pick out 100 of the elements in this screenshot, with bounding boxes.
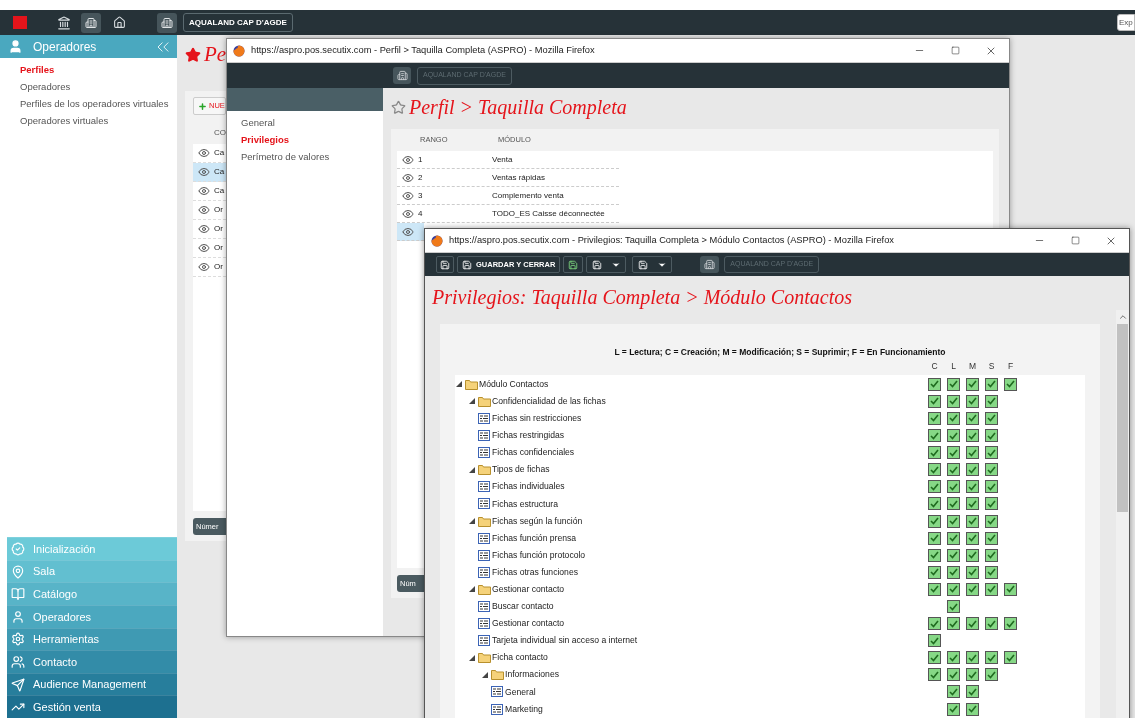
checkbox[interactable] [928, 463, 941, 477]
tree-item-label[interactable]: Confidencialidad de las fichas [492, 394, 606, 408]
eye-icon[interactable] [198, 147, 210, 159]
checkbox[interactable] [985, 446, 998, 460]
checkbox[interactable] [1004, 582, 1017, 596]
tree-item-label[interactable]: Tipos de fichas [492, 463, 550, 477]
checkbox[interactable] [928, 412, 941, 425]
building-button[interactable] [81, 12, 101, 33]
checkbox[interactable] [966, 548, 979, 562]
checkbox[interactable] [985, 463, 998, 477]
checkbox[interactable] [985, 514, 998, 528]
checkbox[interactable] [947, 685, 960, 699]
checkbox[interactable] [966, 463, 979, 477]
tree-item-label[interactable]: Fichas estructura [492, 497, 558, 511]
checkbox[interactable] [928, 514, 941, 528]
nav-link[interactable]: General [241, 114, 383, 131]
sidebar-link[interactable]: Perfiles de los operadores virtuales [20, 95, 177, 112]
checkbox[interactable] [985, 582, 998, 596]
tree-item-label[interactable]: Marketing [505, 702, 543, 716]
checkbox[interactable] [966, 651, 979, 665]
checkbox[interactable] [947, 651, 960, 665]
tree-item-label[interactable]: Tarjeta individual sin acceso a internet [492, 634, 638, 648]
tree-item-label[interactable]: Gestionar contacto [492, 582, 565, 596]
tree-item-label[interactable]: Fichas función prensa [492, 531, 577, 545]
scrollbar-thumb[interactable] [1117, 324, 1128, 512]
checkbox[interactable] [985, 668, 998, 682]
nav-link[interactable]: Perímetro de valores [241, 148, 383, 165]
checkbox[interactable] [947, 394, 960, 408]
eye-icon[interactable] [198, 185, 210, 197]
checkbox[interactable] [985, 565, 998, 579]
scroll-up-icon[interactable] [1117, 312, 1128, 322]
save-new-button[interactable] [563, 256, 584, 273]
home-icon[interactable] [113, 16, 126, 29]
eye-icon[interactable] [402, 153, 414, 166]
checkbox[interactable] [947, 514, 960, 528]
checkbox[interactable] [947, 412, 960, 425]
checkbox[interactable] [947, 480, 960, 494]
checkbox[interactable] [966, 668, 979, 682]
checkbox[interactable] [928, 651, 941, 665]
eye-icon[interactable] [198, 242, 210, 254]
checkbox[interactable] [966, 429, 979, 443]
checkbox[interactable] [985, 429, 998, 443]
save-menu-button[interactable] [586, 256, 627, 273]
nav-link[interactable]: Privilegios [241, 131, 383, 148]
menu-item[interactable]: Contacto [7, 650, 177, 673]
checkbox[interactable] [928, 531, 941, 545]
sidebar-link[interactable]: Operadores [20, 78, 177, 95]
tree-item-label[interactable]: Fichas restringidas [492, 429, 565, 442]
checkbox[interactable] [985, 651, 998, 665]
checkbox[interactable] [947, 497, 960, 511]
sidebar-link[interactable]: Operadores virtuales [20, 112, 177, 129]
expand-triangle-icon[interactable] [468, 465, 476, 474]
checkbox[interactable] [966, 685, 979, 699]
checkbox[interactable] [966, 617, 979, 631]
checkbox[interactable] [985, 377, 998, 391]
tree-item-label[interactable]: Ficha contacto [492, 651, 548, 665]
checkbox[interactable] [966, 412, 979, 425]
checkbox[interactable] [966, 531, 979, 545]
building-button[interactable] [157, 12, 177, 33]
save-menu-button[interactable] [632, 256, 673, 273]
checkbox[interactable] [928, 394, 941, 408]
checkbox[interactable] [947, 565, 960, 579]
list-row[interactable]: Ca [193, 163, 226, 182]
eye-icon[interactable] [402, 207, 414, 220]
eye-icon[interactable] [198, 204, 210, 216]
checkbox[interactable] [985, 617, 998, 631]
tree-item-label[interactable]: Fichas individuales [492, 480, 565, 494]
checkbox[interactable] [947, 531, 960, 545]
checkbox[interactable] [947, 429, 960, 443]
checkbox[interactable] [966, 497, 979, 511]
eye-icon[interactable] [402, 189, 414, 202]
save-button[interactable] [436, 256, 454, 273]
checkbox[interactable] [928, 429, 941, 443]
menu-item[interactable]: Audience Management [7, 672, 177, 696]
checkbox[interactable] [1004, 651, 1017, 665]
menu-item[interactable]: Gestión venta [7, 695, 177, 718]
checkbox[interactable] [947, 600, 960, 613]
checkbox[interactable] [928, 634, 941, 648]
checkbox[interactable] [947, 617, 960, 631]
star-icon[interactable] [391, 99, 406, 115]
building-button[interactable] [393, 67, 411, 84]
expand-triangle-icon[interactable] [468, 653, 476, 662]
checkbox[interactable] [928, 446, 941, 460]
eye-icon[interactable] [402, 171, 414, 184]
checkbox[interactable] [966, 565, 979, 579]
organization-button[interactable]: AQUALAND CAP D'AGDE [183, 13, 293, 32]
tree-item-label[interactable]: Fichas otras funciones [492, 565, 578, 579]
tree-item-label[interactable]: General [505, 685, 536, 699]
checkbox[interactable] [966, 446, 979, 460]
checkbox[interactable] [985, 497, 998, 511]
tree-item-label[interactable]: Fichas sin restricciones [492, 412, 582, 425]
checkbox[interactable] [1004, 377, 1017, 391]
checkbox[interactable] [928, 582, 941, 596]
scrollbar[interactable] [1116, 310, 1129, 718]
tree-item-label[interactable]: Fichas función protocolo [492, 548, 586, 562]
expand-triangle-icon[interactable] [468, 517, 476, 526]
eye-icon[interactable] [198, 223, 210, 235]
tree-item-label[interactable]: Informaciones [505, 668, 559, 682]
expand-triangle-icon[interactable] [468, 585, 476, 594]
tree-item-label[interactable]: Fichas según la función [492, 514, 583, 528]
